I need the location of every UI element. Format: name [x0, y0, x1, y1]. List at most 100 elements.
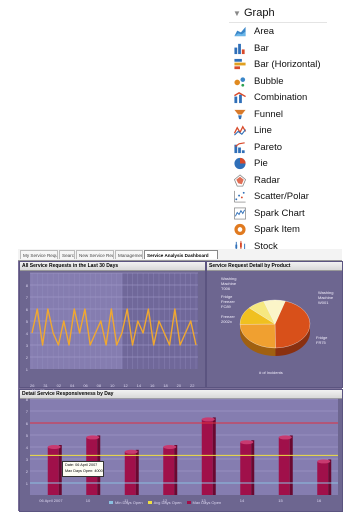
bar-x-tick-label: 14 [240, 498, 244, 503]
bar-y-tick-label: 1 [20, 481, 28, 486]
palette-item-label: Combination [254, 92, 307, 103]
bar-tooltip: Date: 06 April 2007 Max Days Open: 4000 [62, 461, 104, 477]
bar [202, 419, 213, 495]
bar [125, 452, 136, 495]
line-y-tick-label: 3 [20, 343, 28, 348]
line-x-tick-label: 20 [177, 383, 181, 388]
combination-chart-icon [233, 91, 247, 104]
area-chart-icon [233, 25, 247, 38]
bar-side [290, 435, 293, 495]
bar-x-tick-label: 16 [317, 498, 321, 503]
palette-header-graph[interactable]: ▼ Graph [229, 6, 327, 23]
palette-item-label: Spark Chart [254, 208, 305, 219]
palette-item-label: Bubble [254, 76, 284, 87]
palette-header-label: Graph [244, 7, 275, 19]
pie-caption: # of Incidents [259, 370, 283, 375]
palette-item-bar[interactable]: Bar [233, 41, 327, 57]
bar-y-tick-label: 6 [20, 421, 28, 426]
legend-swatch [109, 501, 113, 504]
pie-slice-label: Washing Machine W001 [318, 290, 333, 305]
bar-top [86, 435, 99, 439]
bubble-chart-icon [233, 75, 247, 88]
palette-item-funnel[interactable]: Funnel [233, 107, 327, 123]
line-x-tick-label: 22 [190, 383, 194, 388]
spark-item-icon [233, 223, 247, 236]
scatter-chart-icon [233, 190, 247, 203]
line-x-tick-label: 16 [150, 383, 154, 388]
line-y-tick-label: 2 [20, 355, 28, 360]
bar [240, 442, 251, 495]
pie-slice-label: Fridge Freezer FC89 [221, 294, 235, 309]
line-y-tick-label: 1 [20, 367, 28, 372]
bar-legend: Min Days Open Avg Days Open Max Days Open [104, 500, 221, 505]
bar-x-tick-label: 06 April 2007 [39, 498, 62, 503]
palette-item-label: Line [254, 125, 272, 136]
bar [163, 447, 174, 495]
bar-y-tick-label: 4 [20, 445, 28, 450]
line-x-tick-label: 18 [163, 383, 167, 388]
pie-slice-label: Freezer 2002x [221, 314, 235, 324]
pie-chart-icon [233, 157, 247, 170]
palette-item-area[interactable]: Area [233, 24, 327, 40]
chart-type-palette: ▼ Graph Area Bar Bar (Horizontal) Bubble Com… [229, 4, 327, 250]
bar-top [279, 435, 292, 439]
bar-y-tick-label: 7 [20, 409, 28, 414]
palette-item-scatter-polar[interactable]: Scatter/Polar [233, 189, 327, 205]
palette-item-label: Funnel [254, 109, 283, 120]
radar-chart-icon [233, 174, 247, 187]
bar-top [202, 417, 215, 421]
bar-top [317, 459, 330, 463]
bar [279, 437, 290, 495]
horizontal-bar-chart-icon [233, 58, 247, 71]
bar-y-tick-label: 2 [20, 469, 28, 474]
palette-item-pie[interactable]: Pie [233, 156, 327, 172]
chevron-down-icon[interactable]: ▼ [233, 9, 241, 18]
bar-side [328, 459, 331, 495]
palette-item-line[interactable]: Line [233, 123, 327, 139]
legend-entry: Avg Days Open [154, 500, 182, 505]
palette-item-label: Scatter/Polar [254, 191, 309, 202]
line-x-tick-label: 12 [123, 383, 127, 388]
legend-entry: Max Days Open [193, 500, 222, 505]
bar-y-tick-label: 3 [20, 457, 28, 462]
funnel-chart-icon [233, 108, 247, 121]
bar-y-tick-label: 8 [20, 397, 28, 402]
line-x-tick-label: 06 [83, 383, 87, 388]
palette-item-spark-item[interactable]: Spark Item [233, 222, 327, 238]
pareto-chart-icon [233, 141, 247, 154]
bar-side [174, 445, 177, 495]
line-chart-icon [233, 124, 247, 137]
line-x-tick-label: 04 [70, 383, 74, 388]
palette-item-bubble[interactable]: Bubble [233, 74, 327, 90]
bar-x-tick-label: 10 [86, 498, 90, 503]
bar-top [240, 440, 253, 444]
bar-x-tick-label: 15 [278, 498, 282, 503]
line-x-subtick-label: Mar 07 [32, 388, 44, 393]
pie-slice-label: Washing Machine T006 [221, 276, 236, 291]
bar-top [163, 445, 176, 449]
palette-item-label: Pie [254, 158, 268, 169]
palette-item-bar-horizontal[interactable]: Bar (Horizontal) [233, 57, 327, 73]
palette-item-combination[interactable]: Combination [233, 90, 327, 106]
line-x-tick-label: 08 [97, 383, 101, 388]
bar-side [136, 450, 139, 495]
palette-item-label: Area [254, 26, 274, 37]
legend-swatch [148, 501, 152, 504]
legend-entry: Min Days Open [115, 500, 143, 505]
legend-swatch [187, 501, 191, 504]
palette-item-label: Bar (Horizontal) [254, 59, 321, 70]
bar-side [251, 440, 254, 495]
bar [48, 447, 59, 495]
palette-item-spark-chart[interactable]: Spark Chart [233, 206, 327, 222]
palette-item-pareto[interactable]: Pareto [233, 140, 327, 156]
line-x-tick-label: 14 [137, 383, 141, 388]
bar-chart-icon [233, 42, 247, 55]
line-y-tick-label: 7 [20, 295, 28, 300]
service-analysis-dashboard: My Service RequestsSearchNew Service Req… [18, 249, 342, 511]
palette-item-label: Radar [254, 175, 280, 186]
spark-chart-icon [233, 207, 247, 220]
bar [317, 461, 328, 495]
palette-item-radar[interactable]: Radar [233, 173, 327, 189]
bar-top [48, 445, 61, 449]
bar-y-tick-label: 5 [20, 433, 28, 438]
